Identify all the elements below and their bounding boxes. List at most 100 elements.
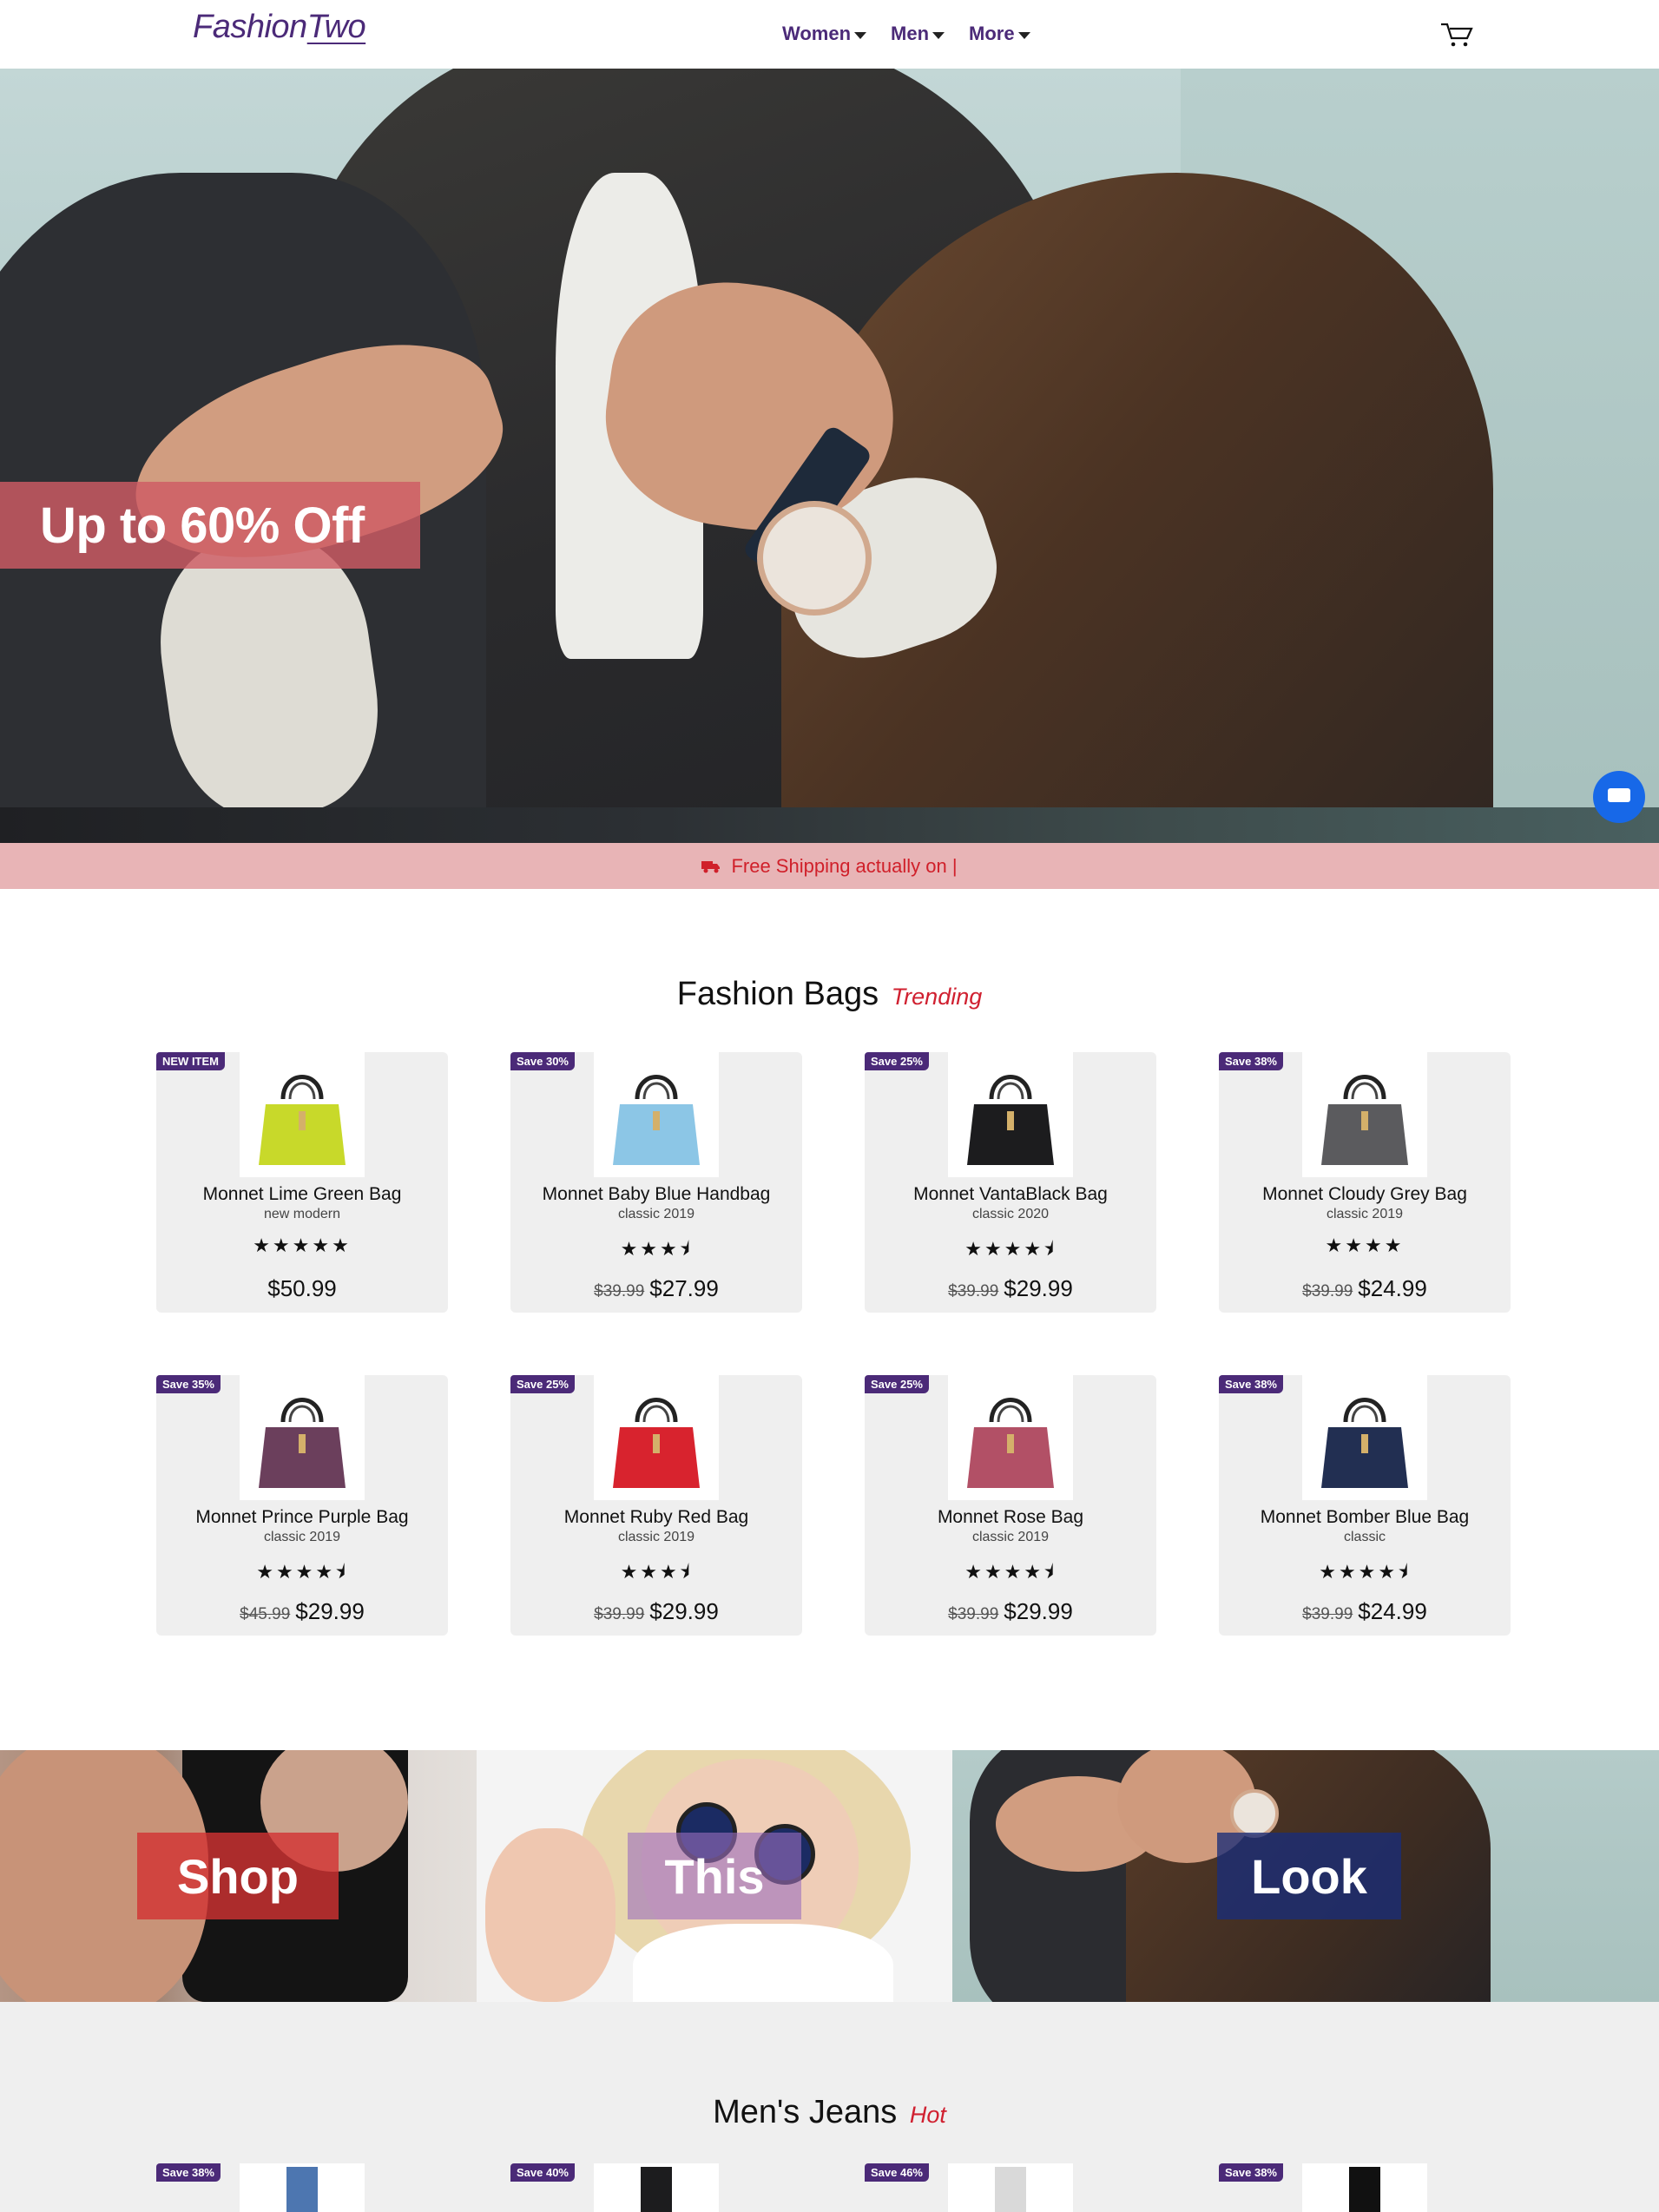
product-price: $39.99 $24.99 [1219, 1275, 1511, 1302]
look-hand [485, 1828, 616, 2002]
product-card[interactable]: Save 38% [1219, 2163, 1511, 2212]
look-watch [1230, 1789, 1279, 1838]
discount-badge: Save 38% [1219, 2163, 1283, 2182]
jeans-title: Men's Jeans [713, 2094, 898, 2130]
old-price: $39.99 [594, 1605, 645, 1623]
product-name[interactable]: Monnet Baby Blue Handbag [510, 1184, 802, 1205]
product-card[interactable]: NEW ITEM Monnet Lime Green Bag new modern ★… [156, 1052, 448, 1313]
hero-banner[interactable]: Up to 60% Off [0, 69, 1659, 843]
product-price: $39.99 $29.99 [510, 1598, 802, 1625]
jeans-tag: Hot [909, 2102, 946, 2128]
handbag-icon [1321, 1075, 1408, 1165]
product-card[interactable]: Save 38% Monnet Bomber Blue Bag classic ★★★… [1219, 1375, 1511, 1636]
logo[interactable]: FashionTwo [193, 9, 366, 46]
current-price: $29.99 [649, 1598, 719, 1624]
look-panel-look[interactable]: Look [952, 1750, 1659, 2002]
product-card[interactable]: Save 25% Monnet Rose Bag classic 2019 ★★★★⯨… [865, 1375, 1156, 1636]
product-card[interactable]: Save 38% [156, 2163, 448, 2212]
current-price: $24.99 [1358, 1598, 1427, 1624]
current-price: $24.99 [1358, 1275, 1427, 1301]
discount-badge: Save 38% [156, 2163, 221, 2182]
product-name[interactable]: Monnet Cloudy Grey Bag [1219, 1184, 1511, 1205]
discount-badge: Save 38% [1219, 1052, 1283, 1070]
product-price: $39.99 $29.99 [865, 1598, 1156, 1625]
product-card[interactable]: Save 25% Monnet VantaBlack Bag classic 202… [865, 1052, 1156, 1313]
product-subtitle: classic [1343, 1530, 1386, 1544]
cart-icon[interactable] [1439, 21, 1474, 49]
discount-badge: Save 25% [510, 1375, 575, 1393]
shipping-bar: Free Shipping actually on | [0, 843, 1659, 889]
product-card[interactable]: Save 25% Monnet Ruby Red Bag classic 2019 ★… [510, 1375, 802, 1636]
discount-badge: Save 25% [865, 1375, 929, 1393]
product-image[interactable] [948, 1052, 1073, 1177]
product-image[interactable] [1302, 1375, 1427, 1500]
old-price: $39.99 [948, 1282, 999, 1300]
product-card[interactable]: Save 46% [865, 2163, 1156, 2212]
product-subtitle: classic 2019 [1326, 1207, 1404, 1221]
current-price: $29.99 [295, 1598, 365, 1624]
product-subtitle: new modern [263, 1207, 341, 1221]
product-image[interactable] [240, 1375, 365, 1500]
product-image[interactable] [240, 2163, 365, 2212]
jeans-icon [1349, 2167, 1380, 2212]
main-nav: Women Men More [782, 23, 1030, 45]
site-header: FashionTwo Women Men More [0, 0, 1659, 69]
discount-badge: NEW ITEM [156, 1052, 225, 1070]
handbag-icon [1321, 1398, 1408, 1488]
product-name[interactable]: Monnet VantaBlack Bag [865, 1184, 1156, 1205]
product-subtitle: classic 2019 [617, 1530, 695, 1544]
nav-more-label: More [969, 23, 1015, 44]
product-name[interactable]: Monnet Lime Green Bag [156, 1184, 448, 1205]
product-card[interactable]: Save 38% Monnet Cloudy Grey Bag classic 20… [1219, 1052, 1511, 1313]
bags-tag: Trending [891, 984, 983, 1010]
chat-button[interactable] [1593, 771, 1645, 823]
product-card[interactable]: Save 35% Monnet Prince Purple Bag classic … [156, 1375, 448, 1636]
product-image[interactable] [1302, 2163, 1427, 2212]
nav-men[interactable]: Men [891, 23, 945, 45]
promo-banner[interactable]: Up to 60% Off [0, 482, 420, 569]
discount-badge: Save 35% [156, 1375, 221, 1393]
rating-stars: ★★★★⯨ [964, 1561, 1057, 1583]
hero-bottom-strip [0, 807, 1659, 843]
handbag-icon [613, 1398, 700, 1488]
look-panel-this[interactable]: This [477, 1750, 952, 2002]
old-price: $39.99 [948, 1605, 999, 1623]
discount-badge: Save 30% [510, 1052, 575, 1070]
product-subtitle: classic 2019 [971, 1530, 1050, 1544]
rating-stars: ★★★⯨ [620, 1561, 693, 1583]
product-image[interactable] [948, 1375, 1073, 1500]
discount-badge: Save 38% [1219, 1375, 1283, 1393]
look-label-look: Look [1217, 1833, 1401, 1919]
current-price: $27.99 [649, 1275, 719, 1301]
product-image[interactable] [594, 1052, 719, 1177]
product-image[interactable] [240, 1052, 365, 1177]
product-name[interactable]: Monnet Rose Bag [865, 1507, 1156, 1528]
look-panel-shop[interactable]: Shop [0, 1750, 477, 2002]
nav-more[interactable]: More [969, 23, 1030, 45]
product-name[interactable]: Monnet Prince Purple Bag [156, 1507, 448, 1528]
logo-text-two: Two [306, 9, 366, 45]
bags-section-title: Fashion Bags Trending [0, 976, 1659, 1013]
product-image[interactable] [594, 1375, 719, 1500]
product-image[interactable] [948, 2163, 1073, 2212]
logo-text-fashion: Fashion [193, 9, 307, 45]
rating-stars: ★★★★★ [253, 1234, 352, 1256]
product-image[interactable] [1302, 1052, 1427, 1177]
product-card[interactable]: Save 30% Monnet Baby Blue Handbag classic … [510, 1052, 802, 1313]
product-name[interactable]: Monnet Bomber Blue Bag [1219, 1507, 1511, 1528]
product-card[interactable]: Save 40% [510, 2163, 802, 2212]
handbag-icon [259, 1398, 346, 1488]
product-subtitle: classic 2020 [971, 1207, 1050, 1221]
product-image[interactable] [594, 2163, 719, 2212]
jeans-icon [286, 2167, 318, 2212]
hero-watch [757, 501, 872, 616]
current-price: $29.99 [1004, 1275, 1073, 1301]
rating-stars: ★★★★ [1325, 1234, 1405, 1256]
handbag-icon [613, 1075, 700, 1165]
product-name[interactable]: Monnet Ruby Red Bag [510, 1507, 802, 1528]
current-price: $29.99 [1004, 1598, 1073, 1624]
caret-down-icon [932, 31, 945, 39]
product-price: $39.99 $24.99 [1219, 1598, 1511, 1625]
handbag-icon [259, 1075, 346, 1165]
nav-women[interactable]: Women [782, 23, 867, 45]
